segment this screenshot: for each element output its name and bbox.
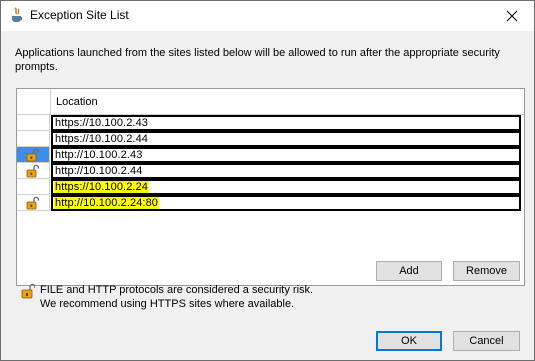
location-column-header: Location [56, 96, 98, 108]
location-text: https://10.100.2.24 [54, 181, 150, 193]
warning-line-1: FILE and HTTP protocols are considered a… [40, 284, 314, 296]
location-text: http://10.100.2.43 [55, 149, 143, 161]
location-cell[interactable]: http://10.100.2.43 [51, 147, 521, 163]
row-icon-cell[interactable] [17, 163, 50, 179]
open-lock-icon [21, 283, 35, 299]
location-text: http://10.100.2.44 [55, 165, 143, 177]
intro-text: Applications launched from the sites lis… [15, 47, 500, 73]
cancel-button[interactable]: Cancel [453, 331, 520, 351]
close-button[interactable] [490, 1, 534, 31]
table-row[interactable]: https://10.100.2.43 [17, 115, 524, 131]
location-text: https://10.100.2.44 [55, 133, 149, 145]
location-cell[interactable]: https://10.100.2.24 [51, 179, 521, 195]
table-row[interactable]: http://10.100.2.43 [17, 147, 524, 163]
table-row[interactable]: http://10.100.2.44 [17, 163, 524, 179]
warning-line-2: We recommend using HTTPS sites where ava… [40, 298, 295, 310]
window-title: Exception Site List [30, 8, 129, 22]
row-icon-cell[interactable] [17, 115, 50, 131]
exception-site-list-dialog: Exception Site List Applications launche… [0, 0, 535, 361]
location-text: http://10.100.2.24:80 [54, 197, 160, 209]
location-cell[interactable]: https://10.100.2.43 [51, 115, 521, 131]
close-icon [506, 10, 518, 22]
table-row[interactable]: http://10.100.2.24:80 [17, 195, 524, 211]
open-lock-icon [26, 148, 40, 162]
row-icon-cell[interactable] [17, 195, 50, 211]
table-row[interactable]: https://10.100.2.24 [17, 179, 524, 195]
open-lock-icon [26, 164, 40, 178]
row-icon-cell[interactable] [17, 147, 50, 163]
add-button[interactable]: Add [376, 261, 442, 281]
remove-button[interactable]: Remove [453, 261, 520, 281]
location-cell[interactable]: http://10.100.2.44 [51, 163, 521, 179]
java-icon [12, 7, 23, 22]
title-bar: Exception Site List [1, 1, 534, 31]
table-header: Location [17, 89, 524, 115]
open-lock-icon [26, 196, 40, 210]
row-icon-cell[interactable] [17, 131, 50, 147]
table-row[interactable]: https://10.100.2.44 [17, 131, 524, 147]
exception-site-table[interactable]: Location https://10.100.2.43 https://10.1… [16, 88, 525, 286]
icon-column-header [17, 89, 51, 114]
location-cell[interactable]: https://10.100.2.44 [51, 131, 521, 147]
location-cell[interactable]: http://10.100.2.24:80 [51, 195, 521, 211]
ok-button[interactable]: OK [376, 331, 442, 351]
location-text: https://10.100.2.43 [55, 117, 149, 129]
row-icon-cell[interactable] [17, 179, 50, 195]
